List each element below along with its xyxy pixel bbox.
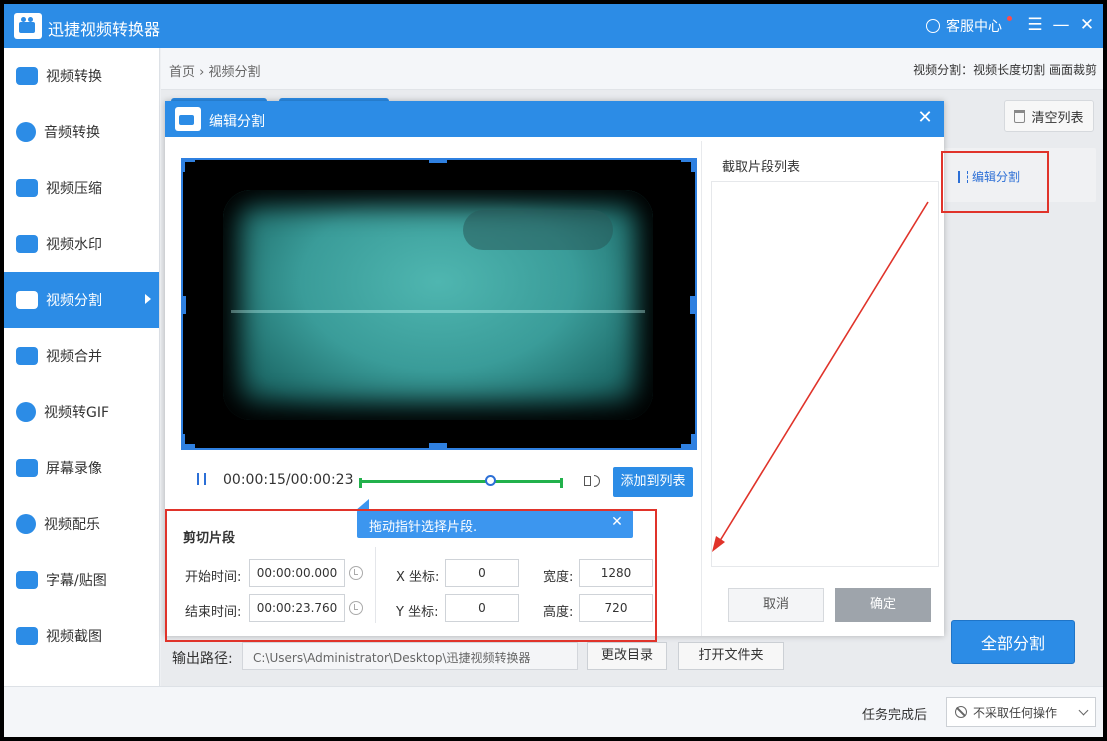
breadcrumb-separator: ›	[199, 65, 205, 80]
after-task-label: 任务完成后	[862, 708, 928, 723]
breadcrumb-bar: 首页 › 视频分割 视频分割：视频长度切割 画面裁剪	[161, 48, 1103, 90]
clear-list-button[interactable]: 清空列表	[1004, 100, 1094, 132]
sidebar-item-label: 视频转GIF	[44, 405, 110, 421]
sidebar-item-label: 屏幕录像	[46, 461, 102, 477]
split-all-button[interactable]: 全部分割	[951, 620, 1075, 664]
range-end-handle[interactable]	[559, 478, 563, 488]
sidebar-item-label: 视频截图	[46, 629, 102, 645]
after-task-select[interactable]: 不采取任何操作	[946, 697, 1096, 727]
sidebar-item-label: 视频水印	[46, 237, 102, 253]
video-gif-icon	[16, 402, 36, 422]
title-bar: 迅捷视频转换器 客服中心 ☰ — ✕	[4, 4, 1103, 48]
notification-dot	[1007, 16, 1012, 21]
app-logo-icon	[14, 13, 42, 39]
sidebar: 视频转换 音频转换 视频压缩 视频水印 视频分割 视频合并 视频转GIF 屏幕录…	[4, 48, 160, 686]
bottom-bar: 任务完成后 不采取任何操作	[4, 686, 1103, 737]
open-folder-button[interactable]: 打开文件夹	[678, 642, 784, 670]
crop-handle-right[interactable]	[690, 296, 695, 314]
annotation-box-edit-split	[941, 151, 1049, 213]
segment-list[interactable]	[711, 181, 939, 567]
segment-range-track[interactable]	[361, 480, 561, 483]
crop-handle-left[interactable]	[181, 296, 186, 314]
sidebar-item-video-gif[interactable]: 视频转GIF	[4, 384, 159, 440]
video-convert-icon	[16, 67, 38, 85]
time-display: 00:00:15/00:00:23	[223, 472, 354, 488]
app-window: 迅捷视频转换器 客服中心 ☰ — ✕ 视频转换 音频转换 视频压缩 视频水印 视…	[4, 4, 1103, 737]
customer-service-button[interactable]: 客服中心	[926, 16, 1002, 36]
close-icon[interactable]: ✕	[1076, 14, 1098, 36]
output-path-field[interactable]: C:\Users\Administrator\Desktop\迅捷视频转换器	[242, 642, 578, 670]
sidebar-item-label: 视频转换	[46, 69, 102, 85]
sidebar-item-screen-record[interactable]: 屏幕录像	[4, 440, 159, 496]
after-task-value: 不采取任何操作	[973, 705, 1058, 720]
chat-icon	[926, 19, 940, 33]
video-music-icon	[16, 514, 36, 534]
close-icon[interactable]: ✕	[914, 107, 936, 129]
crop-handle-top-left-v[interactable]	[181, 158, 185, 172]
dialog-title: 编辑分割	[209, 114, 265, 130]
video-split-icon	[16, 291, 38, 309]
breadcrumb-home[interactable]: 首页	[169, 65, 195, 80]
crop-handle-bottom-right-v[interactable]	[691, 434, 695, 448]
sidebar-item-video-music[interactable]: 视频配乐	[4, 496, 159, 552]
sidebar-item-label: 视频压缩	[46, 181, 102, 197]
sidebar-item-video-watermark[interactable]: 视频水印	[4, 216, 159, 272]
sidebar-item-video-split[interactable]: 视频分割	[4, 272, 159, 328]
menu-icon[interactable]: ☰	[1024, 14, 1046, 36]
sidebar-item-video-screenshot[interactable]: 视频截图	[4, 608, 159, 664]
no-action-icon	[955, 706, 967, 718]
customer-service-label: 客服中心	[946, 19, 1002, 35]
panel-divider	[701, 141, 702, 636]
chevron-down-icon	[1078, 705, 1089, 716]
annotation-box-cut-settings	[165, 509, 657, 642]
breadcrumb: 首页 › 视频分割	[169, 61, 261, 80]
crop-handle-top[interactable]	[429, 158, 447, 163]
breadcrumb-current: 视频分割	[208, 65, 261, 80]
sidebar-item-video-compress[interactable]: 视频压缩	[4, 160, 159, 216]
sidebar-item-label: 视频合并	[46, 349, 102, 365]
minimize-icon[interactable]: —	[1050, 14, 1072, 36]
confirm-button[interactable]: 确定	[835, 588, 931, 622]
app-title: 迅捷视频转换器	[48, 20, 161, 39]
video-pool-line	[231, 310, 645, 313]
clear-list-label: 清空列表	[1031, 110, 1084, 126]
crop-handle-top-right-v[interactable]	[691, 158, 695, 172]
range-start-handle[interactable]	[359, 478, 363, 488]
video-compress-icon	[16, 179, 38, 197]
sidebar-item-label: 字幕/贴图	[46, 573, 107, 589]
screen-record-icon	[16, 459, 38, 477]
playback-controls: 00:00:15/00:00:23 添加到列表	[181, 461, 697, 499]
cancel-button[interactable]: 取消	[728, 588, 824, 622]
active-arrow-icon	[145, 294, 151, 304]
sidebar-item-video-convert[interactable]: 视频转换	[4, 48, 159, 104]
add-to-list-button[interactable]: 添加到列表	[613, 467, 693, 497]
volume-icon[interactable]	[584, 472, 600, 488]
change-directory-button[interactable]: 更改目录	[587, 642, 667, 670]
playhead-knob[interactable]	[485, 475, 496, 486]
video-preview[interactable]	[181, 158, 697, 450]
sidebar-item-label: 视频分割	[46, 293, 102, 309]
segment-list-title: 截取片段列表	[722, 160, 801, 175]
sidebar-item-video-merge[interactable]: 视频合并	[4, 328, 159, 384]
crop-handle-bottom[interactable]	[429, 443, 447, 448]
video-watermark-icon	[16, 235, 38, 253]
sidebar-item-subtitle[interactable]: 字幕/贴图	[4, 552, 159, 608]
output-path-label: 输出路径:	[172, 651, 233, 667]
sidebar-item-label: 音频转换	[44, 125, 100, 141]
crop-handle-bottom-left-v[interactable]	[181, 434, 185, 448]
dialog-logo-icon	[175, 107, 201, 131]
video-subject	[463, 210, 613, 250]
sidebar-item-label: 视频配乐	[44, 517, 100, 533]
split-mode-text: 视频分割：视频长度切割 画面裁剪	[913, 63, 1097, 77]
subtitle-icon	[16, 571, 38, 589]
pause-icon[interactable]	[197, 473, 206, 485]
audio-convert-icon	[16, 122, 36, 142]
video-screenshot-icon	[16, 627, 38, 645]
sidebar-item-audio-convert[interactable]: 音频转换	[4, 104, 159, 160]
video-merge-icon	[16, 347, 38, 365]
dialog-header: 编辑分割 ✕	[165, 101, 944, 137]
trash-icon	[1014, 109, 1026, 123]
